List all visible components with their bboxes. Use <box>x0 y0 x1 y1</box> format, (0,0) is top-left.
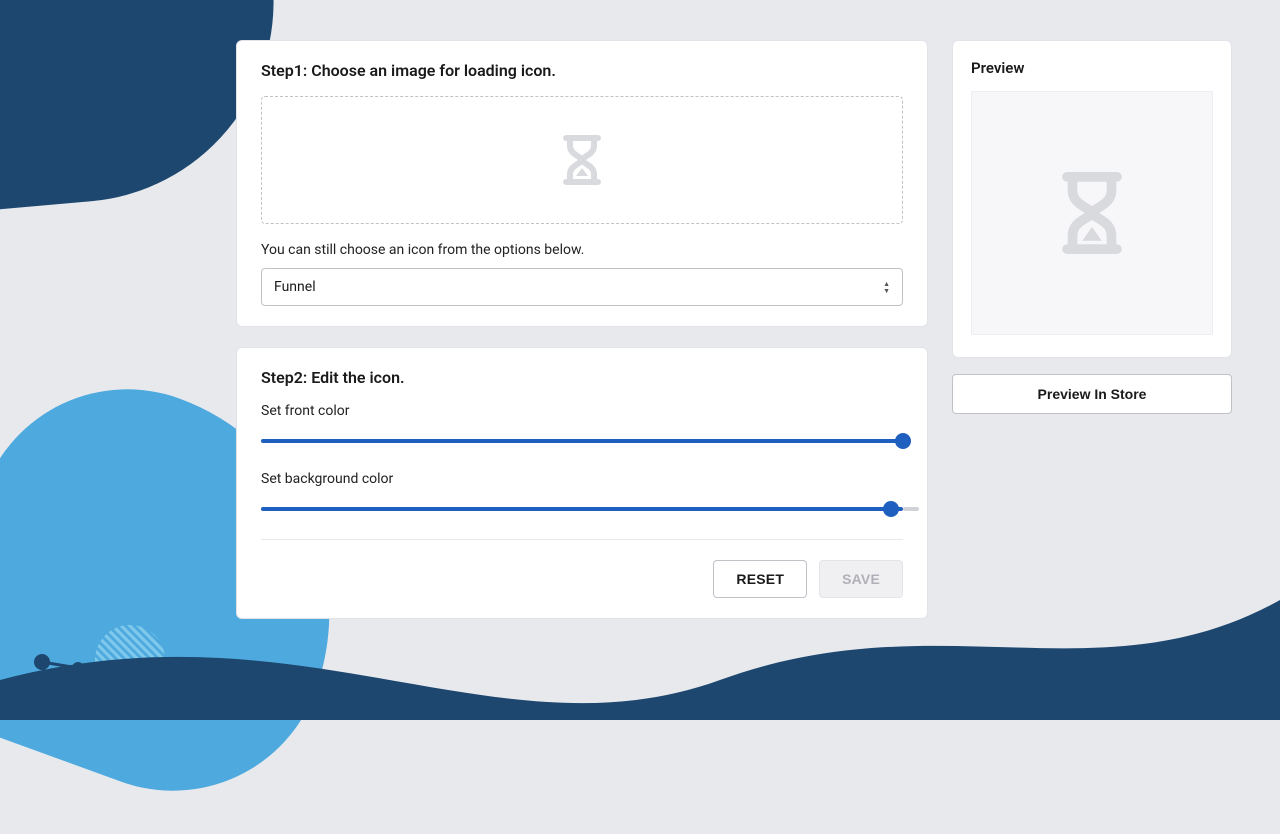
save-button: SAVE <box>819 560 903 598</box>
hourglass-icon <box>1047 163 1137 263</box>
step2-title: Step2: Edit the icon. <box>261 368 903 387</box>
bg-color-label: Set background color <box>261 471 903 487</box>
image-dropzone[interactable] <box>261 96 903 224</box>
divider <box>261 539 903 540</box>
preview-card: Preview <box>952 40 1232 358</box>
reset-button[interactable]: RESET <box>713 560 807 598</box>
step1-title: Step1: Choose an image for loading icon. <box>261 61 903 80</box>
icon-select-value: Funnel <box>274 279 883 295</box>
front-color-slider[interactable] <box>261 439 903 443</box>
hourglass-icon <box>550 128 614 192</box>
front-color-label: Set front color <box>261 403 903 419</box>
preview-in-store-button[interactable]: Preview In Store <box>952 374 1232 414</box>
preview-title: Preview <box>971 59 1213 77</box>
icon-options-hint: You can still choose an icon from the op… <box>261 242 903 258</box>
select-chevrons-icon: ▲▼ <box>883 281 890 294</box>
bg-color-thumb[interactable] <box>883 501 899 517</box>
bg-color-slider[interactable] <box>261 507 903 511</box>
step1-card: Step1: Choose an image for loading icon.… <box>236 40 928 327</box>
preview-area <box>971 91 1213 335</box>
icon-select[interactable]: Funnel ▲▼ <box>261 268 903 306</box>
step2-card: Step2: Edit the icon. Set front color Se… <box>236 347 928 619</box>
front-color-thumb[interactable] <box>895 433 911 449</box>
